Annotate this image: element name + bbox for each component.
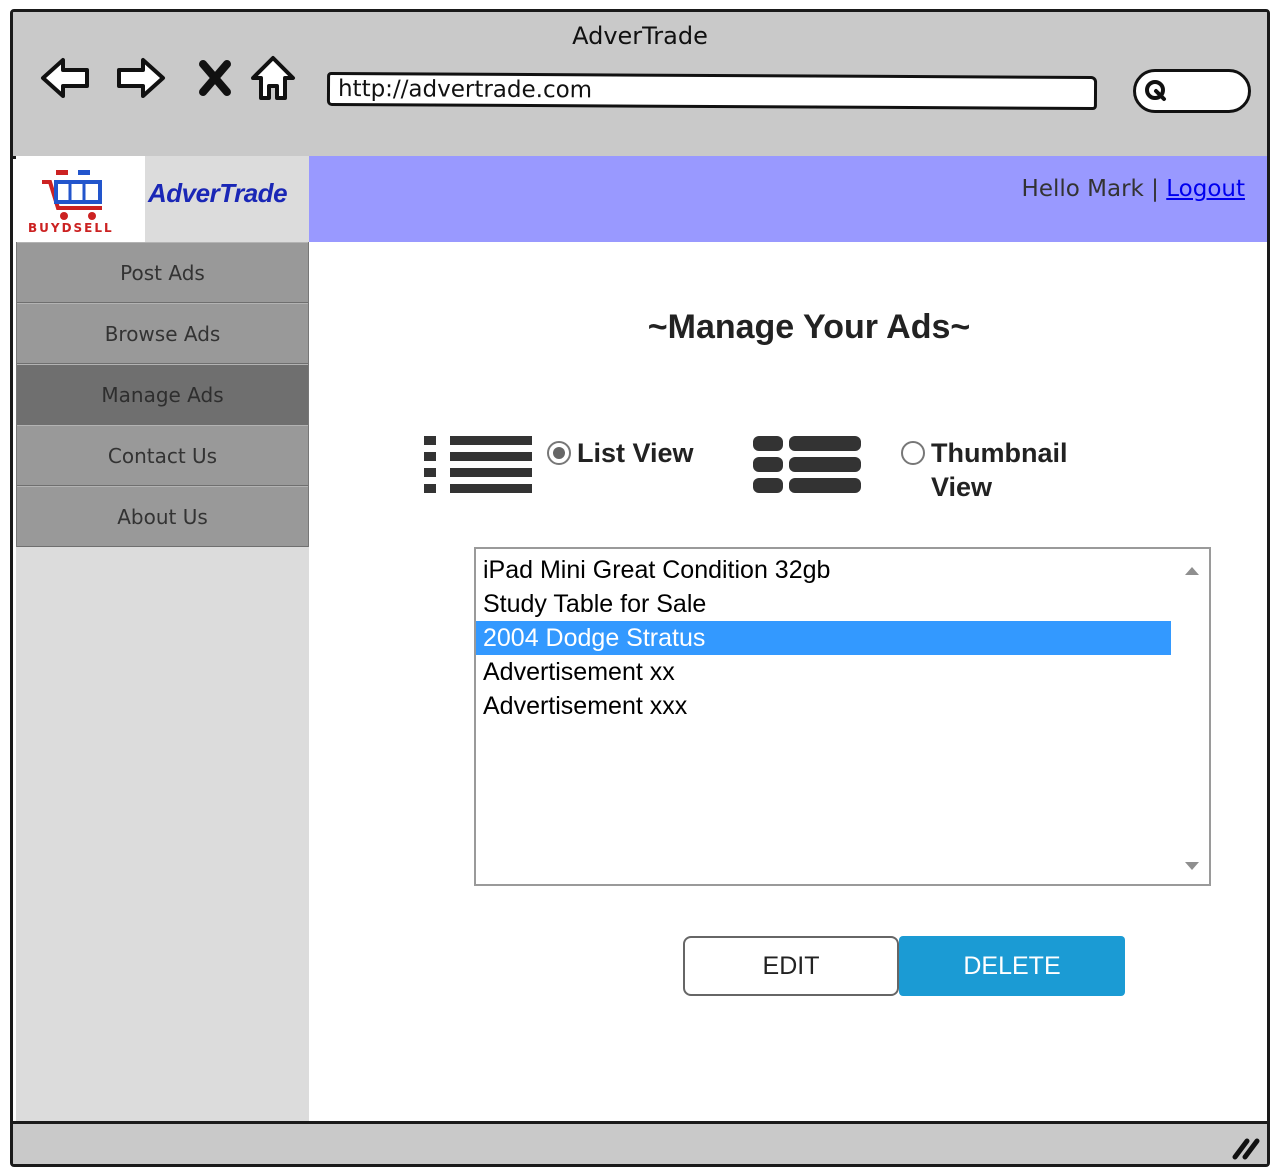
thumbnail-view-icon[interactable] — [753, 434, 863, 498]
sidebar-nav: Post Ads Browse Ads Manage Ads Contact U… — [16, 242, 309, 547]
thumbnail-view-label[interactable]: Thumbnail View — [931, 436, 1068, 504]
sidebar-item-about-us[interactable]: About Us — [17, 486, 308, 547]
sidebar-item-browse-ads[interactable]: Browse Ads — [17, 303, 308, 364]
brand-name[interactable]: AdverTrade — [148, 178, 288, 209]
ads-listbox[interactable]: iPad Mini Great Condition 32gb Study Tab… — [474, 547, 1211, 886]
list-view-label[interactable]: List View — [577, 436, 694, 470]
scroll-down-arrow-icon[interactable] — [1185, 862, 1199, 870]
ad-list-item[interactable]: Advertisement xx — [476, 655, 1171, 689]
page-title: ~Manage Your Ads~ — [647, 308, 971, 346]
user-greeting: Hello Mark | Logout — [1022, 176, 1245, 202]
thumbnail-label-line2: View — [931, 472, 993, 502]
url-bar[interactable]: http://advertrade.com — [326, 71, 1098, 111]
sidebar-item-manage-ads[interactable]: Manage Ads — [17, 364, 308, 425]
logout-link[interactable]: Logout — [1166, 176, 1245, 202]
forward-arrow-icon[interactable] — [115, 52, 167, 104]
thumbnail-label-line1: Thumbnail — [931, 438, 1068, 468]
logo-text: BUYDSELL — [28, 221, 114, 234]
browser-toolbar: AdverTrade http://advertrade.com — [13, 12, 1267, 159]
status-bar — [13, 1121, 1267, 1164]
sidebar-item-post-ads[interactable]: Post Ads — [17, 242, 308, 303]
url-text: http://advertrade.com — [337, 76, 593, 104]
back-arrow-icon[interactable] — [39, 52, 91, 104]
scroll-up-arrow-icon[interactable] — [1185, 567, 1199, 575]
list-view-radio[interactable] — [547, 441, 571, 465]
ad-list-item[interactable]: Advertisement xxx — [476, 689, 1171, 723]
site-logo-area: BUYDSELL AdverTrade — [16, 156, 309, 242]
site-header: Hello Mark | Logout — [309, 156, 1267, 242]
ad-list-item[interactable]: iPad Mini Great Condition 32gb — [476, 553, 1171, 587]
ad-list-item[interactable]: Study Table for Sale — [476, 587, 1171, 621]
ads-list: iPad Mini Great Condition 32gb Study Tab… — [476, 553, 1171, 723]
browser-search-field[interactable] — [1133, 69, 1251, 113]
home-icon[interactable] — [247, 52, 299, 104]
resize-grip-icon[interactable] — [1227, 1127, 1261, 1161]
shopping-cart-logo-icon[interactable]: BUYDSELL — [26, 164, 136, 234]
sidebar: Post Ads Browse Ads Manage Ads Contact U… — [16, 242, 309, 1121]
edit-button[interactable]: EDIT — [683, 936, 899, 996]
sidebar-item-contact-us[interactable]: Contact Us — [17, 425, 308, 486]
list-view-icon[interactable] — [424, 434, 534, 500]
delete-button[interactable]: DELETE — [899, 936, 1125, 996]
browser-window: AdverTrade http://advertrade.com BUYDSEL… — [10, 9, 1270, 1167]
thumbnail-view-radio[interactable] — [901, 441, 925, 465]
search-icon — [1145, 80, 1166, 101]
ad-list-item-selected[interactable]: 2004 Dodge Stratus — [476, 621, 1171, 655]
window-title: AdverTrade — [572, 22, 708, 50]
stop-icon[interactable] — [195, 56, 235, 100]
greeting-text: Hello Mark | — [1021, 176, 1167, 202]
main-content: ~Manage Your Ads~ List View Thumbnail Vie… — [309, 242, 1267, 1121]
